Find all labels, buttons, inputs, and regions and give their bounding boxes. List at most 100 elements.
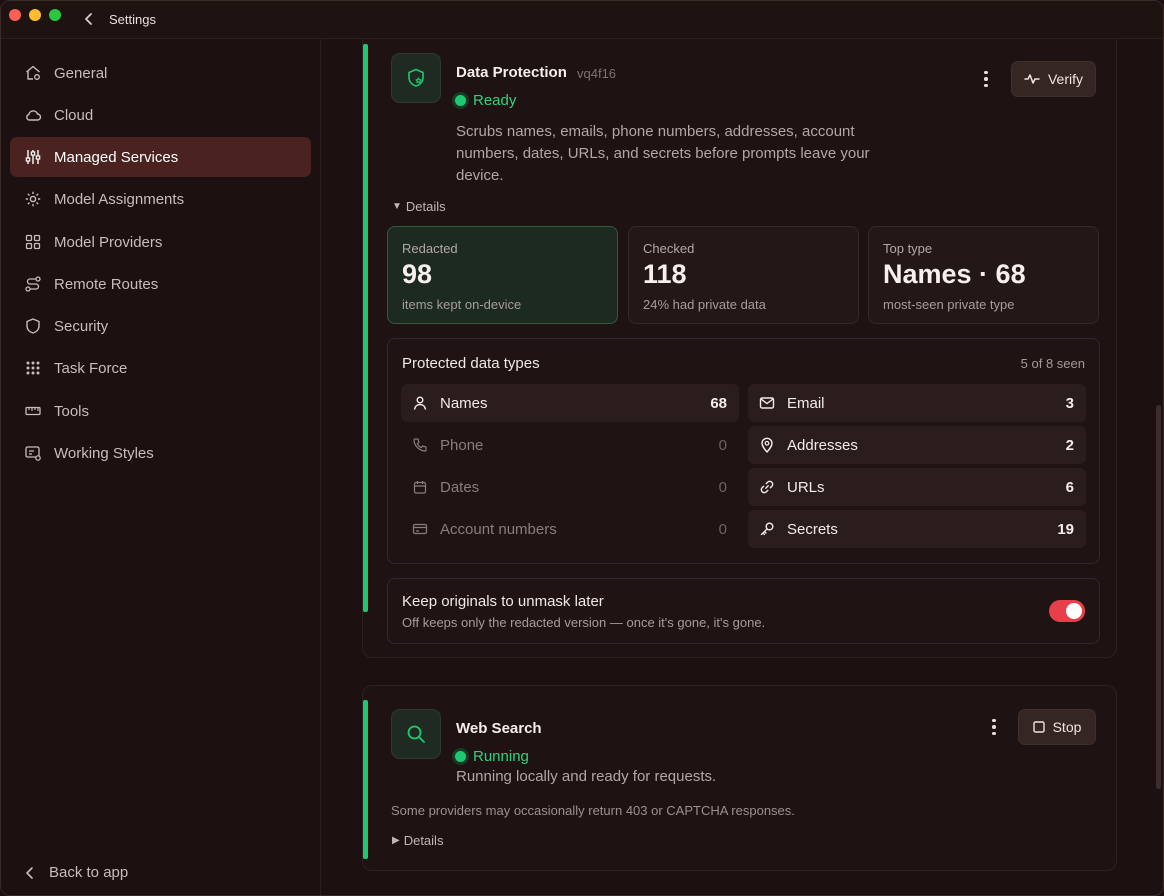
window-title: Settings: [109, 12, 156, 27]
link-icon: [760, 480, 774, 494]
sidebar-item-security[interactable]: Security: [10, 306, 311, 346]
stop-square-icon: [1032, 721, 1045, 733]
back-to-app-link[interactable]: Back to app: [23, 864, 128, 881]
data-protection-card: Data Protection vq4f16 Ready Scrubs name…: [362, 39, 1117, 658]
stat-label: Redacted: [402, 241, 458, 256]
type-name: Email: [787, 394, 825, 412]
title-bar: Settings: [1, 1, 1163, 39]
chevron-left-icon: [26, 866, 33, 879]
panel-title: Protected data types: [402, 355, 540, 372]
sidebar-item-task-force[interactable]: Task Force: [10, 348, 311, 388]
type-name: Account numbers: [440, 520, 557, 538]
stat-top-type: Top type Names · 68 most-seen private ty…: [868, 226, 1099, 324]
service-description: Running locally and ready for requests.: [456, 768, 717, 785]
search-icon: [407, 725, 425, 743]
stat-subtitle: items kept on-device: [402, 297, 522, 312]
sidebar-item-label: Model Providers: [54, 233, 163, 251]
style-icon: [25, 446, 41, 461]
type-count: 0: [718, 436, 727, 454]
sliders-icon: [25, 150, 41, 164]
type-name: Phone: [440, 436, 484, 454]
type-count: 68: [710, 394, 727, 412]
type-name: Secrets: [787, 520, 838, 538]
sidebar-item-remote-routes[interactable]: Remote Routes: [10, 264, 311, 304]
sidebar-item-general[interactable]: General: [10, 53, 311, 93]
status-accent-bar: [363, 44, 368, 612]
protected-types-panel: Protected data types 5 of 8 seen Names 6…: [387, 338, 1100, 564]
sidebar-item-label: Tools: [54, 402, 90, 420]
key-icon: [760, 522, 774, 536]
type-count: 6: [1065, 478, 1074, 496]
type-count: 2: [1065, 436, 1074, 454]
service-description: Scrubs names, emails, phone numbers, add…: [456, 123, 870, 184]
sidebar-item-label: Cloud: [54, 106, 94, 124]
person-icon: [413, 396, 427, 410]
more-options-button[interactable]: [976, 67, 996, 91]
route-icon: [25, 276, 41, 292]
ruler-icon: [25, 406, 41, 416]
toggle-knob: [1066, 603, 1082, 619]
status-accent-bar: [363, 700, 368, 859]
scrollbar[interactable]: [1156, 405, 1161, 789]
type-name: Dates: [440, 478, 480, 496]
main-content: Data Protection vq4f16 Ready Scrubs name…: [321, 39, 1163, 895]
type-count: 3: [1065, 394, 1074, 412]
status-dot: [455, 95, 466, 106]
more-options-button[interactable]: [984, 715, 1004, 739]
stat-value: Names · 68: [883, 259, 1026, 289]
sidebar-item-label: Working Styles: [54, 444, 154, 462]
stop-button[interactable]: Stop: [1018, 709, 1096, 745]
sidebar-item-managed-services[interactable]: Managed Services: [10, 137, 311, 177]
stat-checked: Checked 118 24% had private data: [628, 226, 859, 324]
type-row-email: Email 3: [748, 384, 1086, 422]
keep-originals-subtitle: Off keeps only the redacted version — on…: [402, 615, 766, 630]
stat-value: 118: [643, 259, 687, 289]
card-icon: [412, 523, 428, 535]
grid-icon: [25, 234, 41, 250]
minimize-window-button[interactable]: [29, 9, 41, 21]
details-toggle[interactable]: ▼ Details: [392, 199, 446, 214]
zoom-window-button[interactable]: [49, 9, 61, 21]
details-toggle[interactable]: ▶ Details: [392, 833, 443, 848]
sidebar-item-label: Remote Routes: [54, 275, 159, 293]
type-name: Names: [440, 394, 488, 412]
verify-button[interactable]: Verify: [1011, 61, 1096, 97]
stat-value: 98: [402, 259, 433, 289]
details-label: Details: [403, 833, 444, 848]
keep-originals-toggle[interactable]: [1049, 600, 1085, 622]
service-name: Data Protection: [456, 64, 567, 81]
type-row-phone: Phone 0: [401, 426, 739, 464]
triangle-right-icon: ▶: [392, 835, 400, 846]
sidebar-item-working-styles[interactable]: Working Styles: [10, 433, 311, 473]
panel-meta: 5 of 8 seen: [1020, 356, 1085, 371]
keep-originals-title: Keep originals to unmask later: [402, 593, 604, 610]
type-row-addresses: Addresses 2: [748, 426, 1086, 464]
mail-icon: [759, 397, 775, 409]
chevron-left-icon[interactable]: [81, 11, 97, 27]
status-badge: Ready: [455, 92, 516, 109]
sidebar-item-label: Task Force: [54, 359, 128, 377]
phone-icon: [413, 438, 427, 452]
web-search-card: Web Search Running Running locally and r…: [362, 685, 1117, 871]
type-row-dates: Dates 0: [401, 468, 739, 506]
triangle-down-icon: ▼: [392, 201, 402, 212]
stat-subtitle: most-seen private type: [883, 297, 1015, 312]
type-row-account-numbers: Account numbers 0: [401, 510, 739, 548]
sidebar-item-model-providers[interactable]: Model Providers: [10, 222, 311, 262]
sidebar-item-tools[interactable]: Tools: [10, 391, 311, 431]
close-window-button[interactable]: [9, 9, 21, 21]
provider-note: Some providers may occasionally return 4…: [391, 803, 795, 818]
shield-star-icon: [408, 68, 424, 87]
status-dot: [455, 751, 466, 762]
keep-originals-panel: Keep originals to unmask later Off keeps…: [387, 578, 1100, 644]
type-count: 19: [1057, 520, 1074, 538]
type-name: Addresses: [787, 436, 858, 454]
service-name: Web Search: [456, 720, 542, 737]
status-text: Running: [473, 748, 529, 765]
details-label: Details: [405, 199, 446, 214]
service-id: vq4f16: [577, 66, 617, 81]
type-row-secrets: Secrets 19: [748, 510, 1086, 548]
sidebar-item-model-assignments[interactable]: Model Assignments: [10, 179, 311, 219]
sidebar-item-cloud[interactable]: Cloud: [10, 95, 311, 135]
stop-label: Stop: [1052, 719, 1082, 735]
